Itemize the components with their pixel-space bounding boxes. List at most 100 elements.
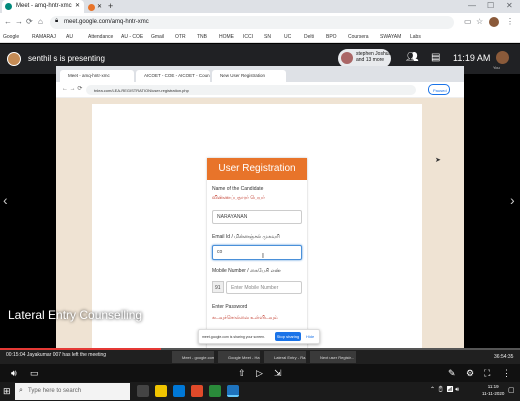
clock-time: 11:19 [487,384,499,389]
pen-icon[interactable]: ✎ [448,368,456,379]
cast-icon[interactable]: ▭ [464,18,472,26]
bookmarks-bar: Google RAMARAJ AU Attendance AU - COE Gm… [0,31,520,43]
screen-share-bar: meet.google.com is sharing your screen. [198,329,320,344]
name-label-tamil: விண்ணப்பதாரர் பெயர் [212,195,265,201]
stop-sharing-button: Stop sharing [275,332,301,341]
outer-tab-meet[interactable]: Meet - amq-hntr-xmc ✕ [2,0,84,13]
bookmark-tnb[interactable]: TNB [197,34,207,40]
bookmark-au[interactable]: AU [66,34,73,40]
new-tab-icon[interactable]: + [108,2,113,11]
shared-tab: AICOET - COE - AICOET - Coun [136,70,210,82]
mobile-field: Enter Mobile Number [226,281,302,294]
presenting-label: senthil s is presenting [28,54,105,63]
menu-icon[interactable]: ⋮ [506,18,514,26]
file-explorer-icon[interactable] [155,385,167,397]
bookmark-swayam[interactable]: SWAYAM [380,34,401,40]
fullscreen-icon[interactable]: ⛶ [484,368,490,379]
taskbar-search-box[interactable]: ⌕ Type here to search [15,383,130,400]
next-arrow-icon[interactable]: › [510,192,515,208]
paused-badge: Paused [428,84,450,95]
meet-clock: 11:19 AM [453,53,491,63]
tab-favicon-icon [88,4,95,11]
app-icon[interactable] [209,385,221,397]
notification-icon[interactable]: ▢ [508,386,515,394]
bookmark-icci[interactable]: ICCI [243,34,253,40]
settings-icon[interactable]: ⚙︎ [466,368,474,379]
participant-avatar [341,52,353,64]
star-icon[interactable]: ☆ [476,18,483,26]
outer-url-text: meet.google.com/amq-hntr-xmc [64,19,149,25]
left-meeting-text: Jayakumar 007 has left the meeting [26,352,107,358]
reload-icon[interactable]: ⟳ [26,18,33,26]
self-avatar [496,51,509,64]
profile-avatar[interactable] [489,17,499,27]
volume-icon[interactable]: 🔊︎ [11,368,17,379]
bookmark-google[interactable]: Google [3,34,19,40]
lock-icon: 🔒︎ [55,18,59,24]
close-window-icon[interactable]: ✕ [506,2,513,10]
more-options-icon[interactable]: ⋮ [502,368,511,379]
previous-arrow-icon[interactable]: ‹ [3,192,8,208]
bookmark-labs[interactable]: Labs [410,34,421,40]
minimize-icon[interactable]: — [468,2,476,10]
home-icon[interactable]: ⌂ [38,18,43,26]
presenter-task-item: Lateral Entry - Ra... [264,351,306,363]
password-label: Enter Password [212,304,248,310]
maximize-icon[interactable]: ☐ [487,2,494,10]
people-icon[interactable]: 👥︎ [406,52,419,63]
bookmark-coursera[interactable]: Coursera [348,34,369,40]
task-view-icon[interactable] [137,385,149,397]
email-field: co [212,245,302,260]
email-label: Email Id / மின்னஞ்சல் முகவரி [212,234,280,240]
system-tray-icons[interactable]: ⌃ 🔋︎ 📶︎ 🔊︎ [430,386,459,394]
bookmark-bpo[interactable]: BPO [326,34,337,40]
bookmark-ramaraj[interactable]: RAMARAJ [32,34,56,40]
windows-start-icon[interactable]: ⊞ [3,386,11,397]
bookmark-uc[interactable]: UC [284,34,291,40]
name-label: Name of the Candidate [212,186,264,192]
shared-tab-label: New User Registration [220,73,266,78]
bookmark-gmail[interactable]: Gmail [151,34,164,40]
close-tab-icon[interactable]: ✕ [97,3,102,10]
outer-address-bar[interactable]: 🔒︎ meet.google.com/amq-hntr-xmc [50,16,454,29]
bookmark-home[interactable]: HOME [219,34,234,40]
store-icon[interactable] [173,385,185,397]
back-icon[interactable]: ← [4,18,12,26]
share-icon[interactable]: ⇲ [274,368,282,379]
chrome-icon[interactable] [227,385,239,397]
password-label-tamil: கடவுச்சொல்லை உள்ளிடவும் [212,315,278,321]
shared-url-text: tnlea.com/LEA-REGISTRATION/user-registra… [94,88,189,93]
country-code: 91 [212,281,224,293]
screen-icon[interactable]: ▭ [30,368,39,379]
bookmark-au-coe[interactable]: AU - COE [121,34,143,40]
bookmark-otr[interactable]: OTR [175,34,186,40]
meeting-notice: 00:15:04 Jayakumar 007 has left the meet… [6,352,106,358]
clock-date: 11-11-2020 [482,391,505,396]
forward-icon[interactable]: → [15,18,23,26]
outer-tab-secondary[interactable]: ✕ [86,1,106,12]
meet-favicon-icon [5,3,12,10]
chat-icon[interactable]: ▤ [431,52,440,63]
shared-nav-icons: ← → ⟳ [62,86,83,92]
search-placeholder: Type here to search [28,388,82,394]
share-bar-text: meet.google.com is sharing your screen. [202,335,266,339]
you-label: You [493,65,500,70]
bookmark-sn[interactable]: SN [264,34,271,40]
name-field: NARAYANAN [212,210,302,224]
close-tab-icon[interactable]: ✕ [75,2,80,9]
bookmark-delti[interactable]: Delti [304,34,314,40]
raise-hand-icon[interactable]: ⇧ [238,368,246,379]
present-icon[interactable]: ▷ [256,368,263,379]
shared-tab: Meet - amq-hntr-xmc [60,70,134,82]
participants-text: stephen Joshua and 13 more [356,51,392,63]
presenter-avatar [7,52,21,66]
shared-address-bar: tnlea.com/LEA-REGISTRATION/user-registra… [86,85,416,95]
taskbar-clock[interactable]: 11:19 11-11-2020 [482,383,504,397]
app-icon[interactable] [191,385,203,397]
mouse-pointer-icon: ➤ [435,157,441,164]
registration-title: User Registration [207,158,307,180]
presenter-task-item: Google Meet - Ha... [218,351,260,363]
bookmark-attendance[interactable]: Attendance [88,34,113,40]
mobile-label: Mobile Number / கைபேசி எண் [212,268,281,274]
outer-tab-label: Meet - amq-hntr-xmc [16,3,72,9]
